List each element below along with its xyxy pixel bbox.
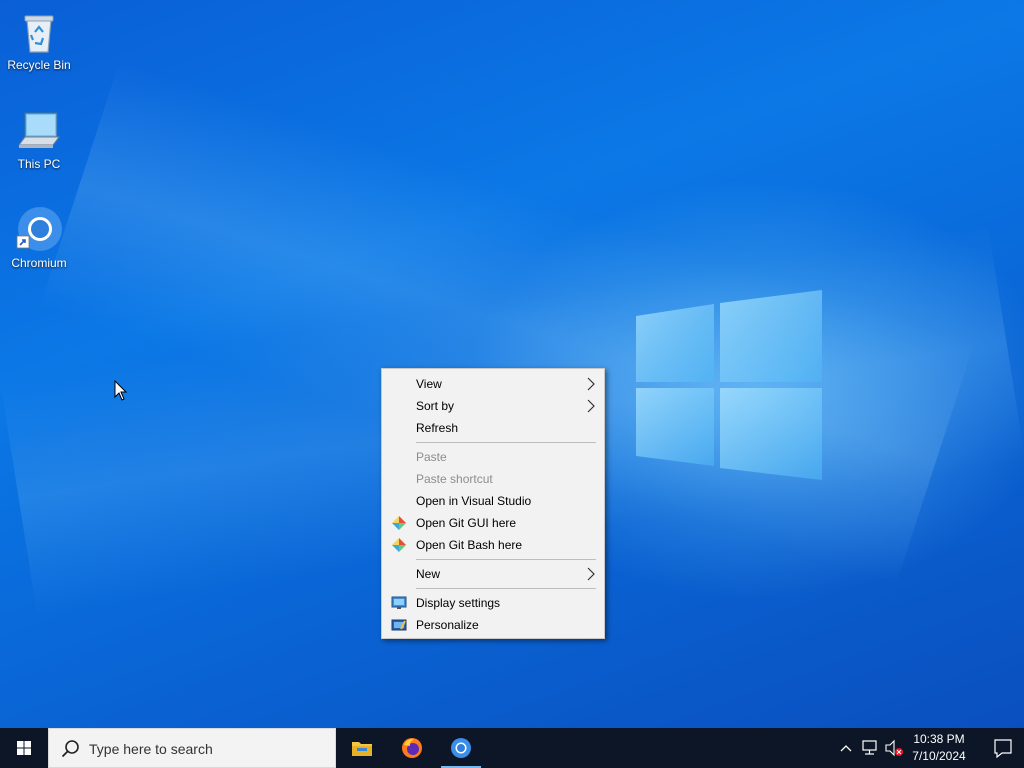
desktop-icon-label: This PC: [17, 157, 61, 171]
volume-muted-icon[interactable]: [884, 728, 904, 768]
personalize-icon: [391, 619, 407, 631]
menu-item-label: Personalize: [416, 618, 479, 632]
menu-item-label: New: [416, 567, 441, 581]
display-icon: [391, 596, 407, 609]
menu-item-open-git-bash[interactable]: Open Git Bash here: [382, 534, 604, 556]
menu-item-refresh[interactable]: Refresh: [382, 417, 604, 439]
menu-item-view[interactable]: View: [382, 373, 604, 395]
desktop-icon-recycle-bin[interactable]: Recycle Bin: [4, 8, 74, 72]
desktop-context-menu: View Sort by Refresh Paste Paste shortcu…: [381, 368, 605, 639]
desktop-icon-chromium[interactable]: Chromium: [4, 206, 74, 270]
search-icon: [61, 740, 79, 758]
desktop[interactable]: Recycle Bin This PC Chromium View Sort b…: [0, 0, 1024, 728]
mouse-cursor-icon: [114, 380, 128, 401]
desktop-icon-label: Recycle Bin: [7, 58, 71, 72]
menu-item-label: Open Git Bash here: [416, 538, 523, 552]
menu-item-new[interactable]: New: [382, 563, 604, 585]
menu-separator: [416, 559, 596, 560]
menu-separator: [416, 442, 596, 443]
chevron-right-icon: [587, 567, 595, 581]
menu-item-label: Open in Visual Studio: [416, 494, 532, 508]
taskbar-search-box[interactable]: Type here to search: [48, 728, 336, 768]
search-placeholder: Type here to search: [89, 741, 213, 757]
menu-item-label: Open Git GUI here: [416, 516, 517, 530]
computer-icon: [18, 112, 60, 148]
desktop-icon-this-pc[interactable]: This PC: [4, 107, 74, 171]
menu-item-label: Sort by: [416, 399, 455, 413]
menu-item-paste-shortcut: Paste shortcut: [382, 468, 604, 490]
menu-item-paste: Paste: [382, 446, 604, 468]
firefox-icon: [402, 738, 422, 758]
taskbar-clock[interactable]: 10:38 PM 7/10/2024: [904, 731, 974, 765]
desktop-icon-label: Chromium: [11, 256, 67, 270]
folder-icon: [352, 742, 372, 756]
taskbar-app-file-explorer[interactable]: [338, 728, 386, 768]
chevron-right-icon: [587, 399, 595, 413]
menu-item-label: Paste: [416, 450, 447, 464]
windows-start-icon[interactable]: [0, 728, 48, 768]
taskbar-app-firefox[interactable]: [388, 728, 436, 768]
network-icon[interactable]: [860, 728, 880, 768]
menu-item-personalize[interactable]: Personalize: [382, 614, 604, 636]
menu-item-open-git-gui[interactable]: Open Git GUI here: [382, 512, 604, 534]
chromium-icon: [451, 738, 471, 758]
clock-time: 10:38 PM: [913, 732, 965, 746]
windows-logo-wallpaper: [636, 290, 822, 480]
menu-item-label: Refresh: [416, 421, 459, 435]
menu-item-open-in-visual-studio[interactable]: Open in Visual Studio: [382, 490, 604, 512]
notification-icon[interactable]: [982, 728, 1024, 768]
chevron-right-icon: [587, 377, 595, 391]
clock-date: 7/10/2024: [912, 749, 966, 763]
git-icon: [392, 538, 406, 552]
menu-item-label: Paste shortcut: [416, 472, 493, 486]
chromium-icon: [16, 207, 62, 251]
taskbar-app-chromium[interactable]: [437, 728, 485, 768]
menu-item-sort-by[interactable]: Sort by: [382, 395, 604, 417]
recycle-bin-icon: [24, 15, 54, 53]
menu-separator: [416, 588, 596, 589]
menu-item-label: View: [416, 377, 442, 391]
git-icon: [392, 516, 406, 530]
chevron-up-icon[interactable]: [838, 728, 854, 768]
menu-item-display-settings[interactable]: Display settings: [382, 592, 604, 614]
menu-item-label: Display settings: [416, 596, 501, 610]
taskbar: Type here to search 10:38 PM 7/10/2024: [0, 728, 1024, 768]
